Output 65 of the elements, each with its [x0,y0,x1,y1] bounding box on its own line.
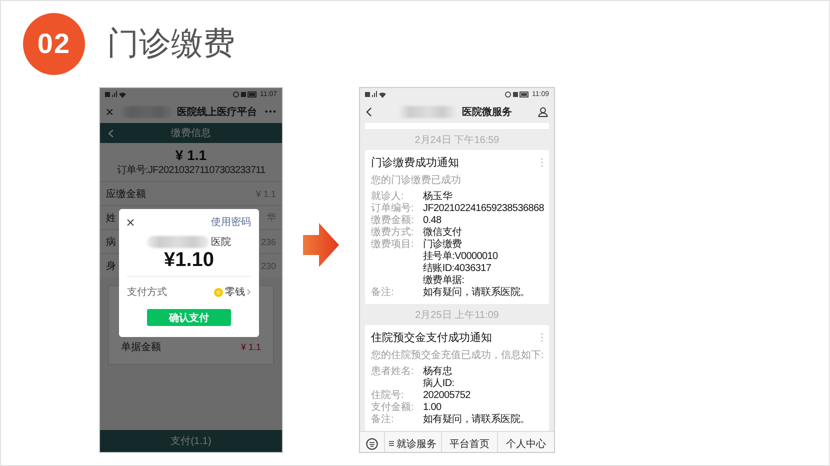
user-icon[interactable] [538,106,548,116]
nav-item[interactable]: 就诊服务 [384,432,441,452]
section-number: 02 [23,13,85,75]
field-label: 缴费方式: [371,227,415,238]
network-status-drawing [105,90,127,98]
field-label: 缴费金额: [371,215,415,226]
method-label: 支付方式 [127,286,167,299]
network-status-drawing [365,90,387,98]
row-label: 病 [106,236,116,248]
field-value: 病人ID: [423,378,456,390]
row-label: 应缴金额 [106,188,146,200]
arrow-icon [303,223,339,267]
payment-amount: ¥1.10 [127,249,251,277]
field-value: 挂号单:V0000010 [423,251,499,262]
message-time: 2月24日 下午16:59 [414,134,500,148]
field-label: 订单编号: [371,203,415,214]
back-icon[interactable] [366,106,372,116]
payee-name: 医院 [211,236,231,249]
field-value: 门诊缴费 [423,239,463,250]
row-label: 身 [106,260,116,272]
password-link[interactable]: 使用密码 [211,215,251,229]
message-subtitle: 您的住院预交金充值已成功，信息如下: [371,348,543,362]
field-label: 住院号: [371,390,405,402]
field-value: 杨玉华 [423,191,454,203]
battery-status-drawing [233,90,257,98]
keyboard-icon[interactable] [366,438,378,450]
row-value: ¥ 1.1 [240,342,261,352]
header-title: 缴费信息 [171,126,211,140]
message-subtitle: 您的门诊缴费已成功 [371,174,462,187]
field-value: JF202102241659238536868 [423,203,544,215]
close-icon[interactable] [127,218,134,226]
chevron-icon [247,289,251,295]
row-label: 姓 [106,212,116,224]
slide-title: 门诊缴费 [107,23,235,64]
nav-item[interactable]: 平台首页 [440,432,498,452]
field-value: 结账ID:4036317 [423,263,492,274]
field-value: 0.48 [423,215,442,227]
field-value: 微信支付 [423,227,463,238]
order-number: 订单号:JF202103271107303233711 [116,164,266,178]
field-value: 202005752 [423,390,472,402]
field-value: 1.00 [423,402,442,414]
field-value: 杨有忠 [423,366,454,378]
method-value[interactable]: 零钱 [225,285,245,299]
amount: ¥ 1.1 [174,146,208,164]
message-time: 2月25日 上午11:09 [414,308,500,323]
field-label: 备注: [371,287,395,299]
field-label: 支付金额: [371,402,415,414]
nav-title: 医院微服务 [462,106,512,118]
nav-title: 医院线上医疗平台 [177,106,258,118]
message-title: 住院预交金支付成功通知 [371,330,492,345]
coin-icon [214,288,223,296]
more-icon[interactable] [265,110,276,113]
field-value: 缴费单据: [423,275,466,286]
field-label: 患者姓名: [371,366,415,379]
message-title: 门诊缴费成功通知 [371,156,459,170]
field-value: 如有疑问，请联系医院。 [423,287,531,299]
menu-icon [389,441,394,446]
field-label: 备注: [371,414,395,426]
field-label: 缴费项目: [371,239,415,252]
battery-status-drawing [505,90,529,98]
redacted-block [147,236,209,248]
nav-item[interactable]: 个人中心 [497,432,554,452]
field-label: 就诊人: [371,191,405,202]
row-label: 单据金额 [121,340,161,354]
field-value: 如有疑问，请联系医院。 [423,414,531,426]
